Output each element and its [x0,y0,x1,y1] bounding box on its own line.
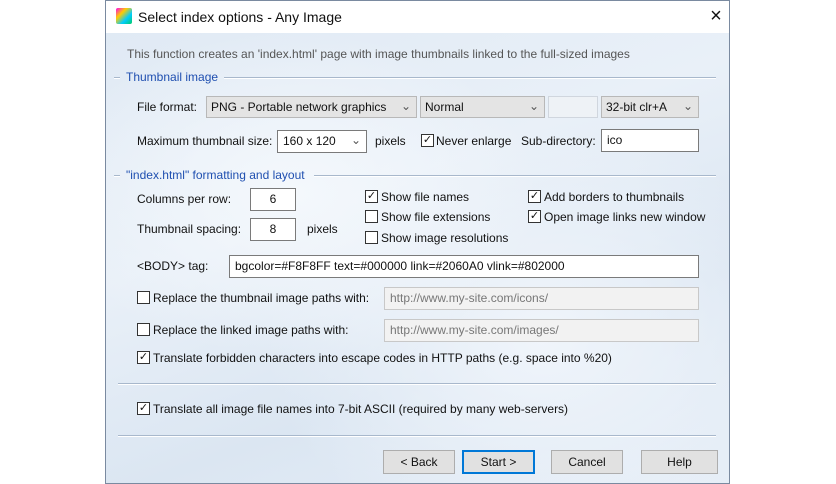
translate-forbidden-label: Translate forbidden characters into esca… [153,351,612,365]
color-depth-select[interactable]: 32-bit clr+A ⌄ [601,96,699,118]
group-thumbnail-label: Thumbnail image [126,70,219,84]
chevron-down-icon: ⌄ [528,99,539,113]
spacing-input[interactable]: 8 [250,218,296,241]
close-icon[interactable]: × [706,5,726,28]
dialog-window: Select index options - Any Image × This … [105,0,730,484]
title-bar: Select index options - Any Image × [106,1,729,33]
body-tag-input[interactable]: bgcolor=#F8F8FF text=#000000 link=#2060A… [229,255,699,278]
add-borders-label: Add borders to thumbnails [544,190,685,204]
subdir-input[interactable]: ico [601,129,699,152]
divider [114,175,120,177]
never-enlarge-checkbox[interactable]: ✓ [421,134,434,147]
replace-thumb-label: Replace the thumbnail image paths with: [153,291,370,305]
replace-linked-input[interactable]: http://www.my-site.com/images/ [384,319,699,342]
replace-thumb-checkbox[interactable] [137,291,150,304]
show-image-resolutions-label: Show image resolutions [381,231,509,245]
replace-linked-checkbox[interactable] [137,323,150,336]
translate-forbidden-checkbox[interactable]: ✓ [137,351,150,364]
show-file-names-label: Show file names [381,190,470,204]
pixels-label: pixels [375,134,406,148]
divider [118,435,716,437]
start-button[interactable]: Start > [462,450,535,474]
intro-text: This function creates an 'index.html' pa… [127,47,630,61]
show-file-extensions-checkbox[interactable] [365,210,378,223]
file-format-value: PNG - Portable network graphics [211,100,387,114]
open-new-window-checkbox[interactable]: ✓ [528,210,541,223]
compression-value: Normal [425,100,464,114]
subdir-label: Sub-directory: [521,134,596,148]
translate-ascii-checkbox[interactable]: ✓ [137,402,150,415]
replace-linked-label: Replace the linked image paths with: [153,323,349,337]
color-depth-value: 32-bit clr+A [606,100,668,114]
spacing-label: Thumbnail spacing: [137,222,242,236]
divider [314,175,716,177]
back-button[interactable]: < Back [383,450,455,474]
group-layout-label: "index.html" formatting and layout [126,168,305,182]
compression-select[interactable]: Normal ⌄ [420,96,545,118]
file-format-select[interactable]: PNG - Portable network graphics ⌄ [206,96,417,118]
divider [114,77,120,79]
columns-input[interactable]: 6 [250,188,296,211]
chevron-down-icon: ⌄ [400,99,411,113]
max-size-select[interactable]: 160 x 120 ⌄ [277,130,367,153]
show-image-resolutions-checkbox[interactable] [365,231,378,244]
never-enlarge-label: Never enlarge [436,134,512,148]
show-file-names-checkbox[interactable]: ✓ [365,190,378,203]
help-button[interactable]: Help [641,450,718,474]
max-size-label: Maximum thumbnail size: [137,134,273,148]
replace-thumb-input[interactable]: http://www.my-site.com/icons/ [384,287,699,310]
chevron-down-icon: ⌄ [682,99,693,113]
file-format-label: File format: [137,100,198,114]
blank-field [548,96,598,118]
cancel-button[interactable]: Cancel [551,450,623,474]
window-title: Select index options - Any Image [138,9,342,25]
add-borders-checkbox[interactable]: ✓ [528,190,541,203]
chevron-down-icon: ⌄ [350,133,361,147]
spacing-pixels-label: pixels [307,222,338,236]
show-file-extensions-label: Show file extensions [381,210,491,224]
app-icon [116,8,132,24]
translate-ascii-label: Translate all image file names into 7-bi… [153,402,569,416]
max-size-value: 160 x 120 [283,134,336,148]
columns-label: Columns per row: [137,192,232,206]
body-tag-label: <BODY> tag: [137,259,209,273]
divider [224,77,716,79]
divider [118,383,716,385]
open-new-window-label: Open image links new window [544,210,706,224]
